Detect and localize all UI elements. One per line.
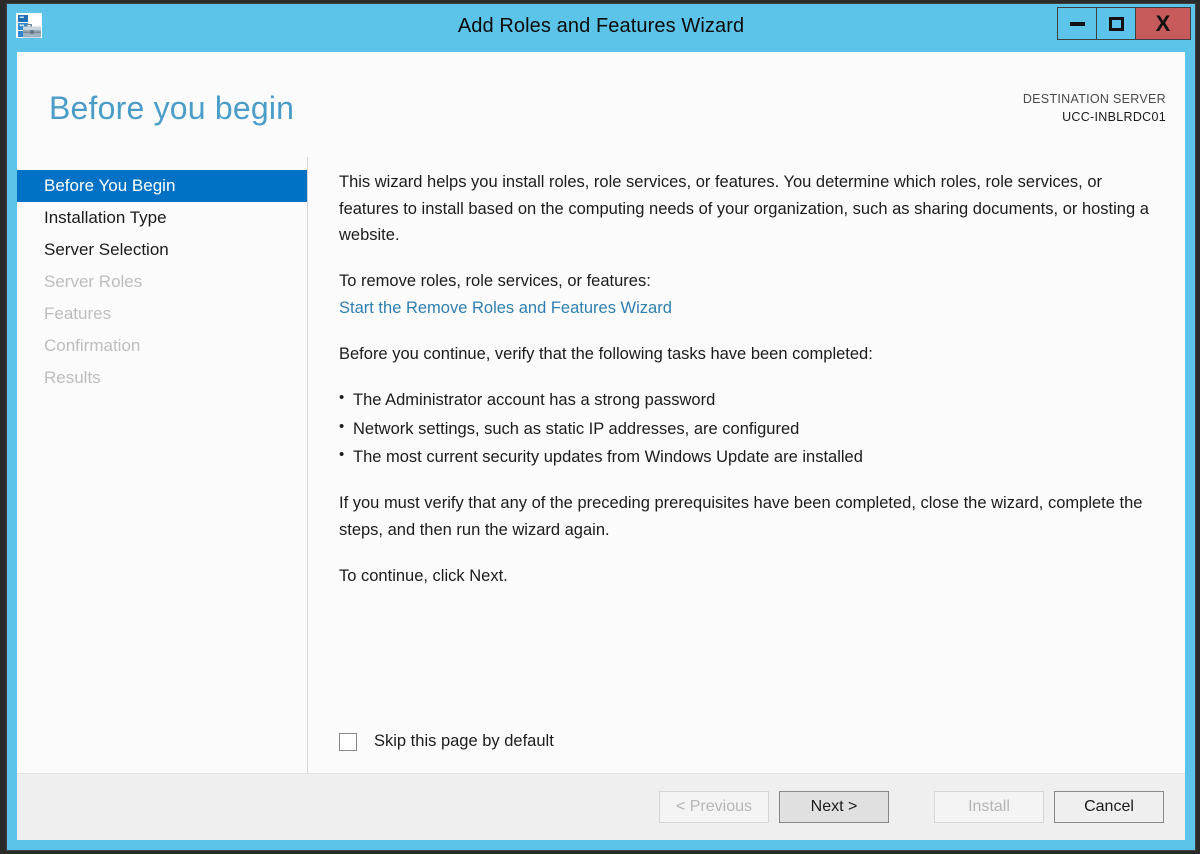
close-icon: X — [1155, 10, 1171, 36]
start-remove-roles-wizard-link[interactable]: Start the Remove Roles and Features Wiza… — [339, 295, 1149, 322]
wizard-content: This wizard helps you install roles, rol… — [308, 157, 1185, 773]
page-header: Before you begin DESTINATION SERVER UCC-… — [17, 52, 1185, 157]
skip-this-page-label: Skip this page by default — [374, 732, 554, 750]
minimize-icon — [1069, 21, 1085, 26]
close-button[interactable]: X — [1135, 7, 1191, 40]
wizard-window: Add Roles and Features Wizard X Before y… — [6, 3, 1196, 851]
sidebar-item-before-you-begin[interactable]: Before You Begin — [17, 170, 307, 202]
next-button[interactable]: Next > — [779, 791, 889, 823]
screen: Add Roles and Features Wizard X Before y… — [0, 0, 1200, 854]
intro-paragraph: This wizard helps you install roles, rol… — [339, 173, 1149, 245]
skip-this-page-checkbox[interactable] — [339, 732, 357, 751]
sidebar-item-features: Features — [44, 304, 112, 323]
remove-lead-text: To remove roles, role services, or featu… — [339, 272, 651, 291]
prerequisite-task-list: The Administrator account has a strong p… — [339, 385, 1149, 471]
maximize-icon — [1108, 16, 1124, 31]
minimize-button[interactable] — [1057, 7, 1097, 40]
wizard-body: Before You Begin Installation Type Serve… — [17, 157, 1185, 773]
title-bar[interactable]: Add Roles and Features Wizard X — [7, 4, 1195, 52]
install-button[interactable]: Install — [934, 791, 1044, 823]
continue-note: To continue, click Next. — [339, 566, 508, 585]
sidebar-item-confirmation: Confirmation — [44, 336, 141, 355]
destination-server-block: DESTINATION SERVER UCC-INBLRDC01 — [1023, 90, 1166, 126]
verify-lead-text: Before you continue, verify that the fol… — [339, 344, 873, 363]
wizard-step-nav: Before You Begin Installation Type Serve… — [17, 157, 308, 773]
cancel-button[interactable]: Cancel — [1054, 791, 1164, 823]
destination-server-name: UCC-INBLRDC01 — [1062, 110, 1166, 125]
server-toolbox-icon — [16, 13, 46, 42]
window-title: Add Roles and Features Wizard — [457, 15, 745, 37]
skip-this-page-row[interactable]: Skip this page by default — [339, 732, 1149, 773]
page-title: Before you begin — [49, 90, 295, 126]
sidebar-item-results: Results — [44, 368, 101, 387]
list-item: The most current security updates from W… — [339, 442, 1149, 471]
sidebar-item-server-roles: Server Roles — [44, 272, 143, 291]
prerequisites-note: If you must verify that any of the prece… — [339, 494, 1143, 540]
destination-server-label: DESTINATION SERVER — [1022, 92, 1166, 106]
sidebar-item-server-selection[interactable]: Server Selection — [17, 234, 307, 266]
wizard-footer: < Previous Next > Install Cancel — [17, 773, 1185, 840]
window-controls: X — [1057, 7, 1191, 40]
list-item: The Administrator account has a strong p… — [339, 385, 1149, 414]
sidebar-item-installation-type[interactable]: Installation Type — [17, 202, 307, 234]
maximize-button[interactable] — [1096, 7, 1136, 40]
previous-button[interactable]: < Previous — [659, 791, 769, 823]
list-item: Network settings, such as static IP addr… — [339, 414, 1149, 443]
wizard-client-area: Before you begin DESTINATION SERVER UCC-… — [17, 52, 1185, 840]
